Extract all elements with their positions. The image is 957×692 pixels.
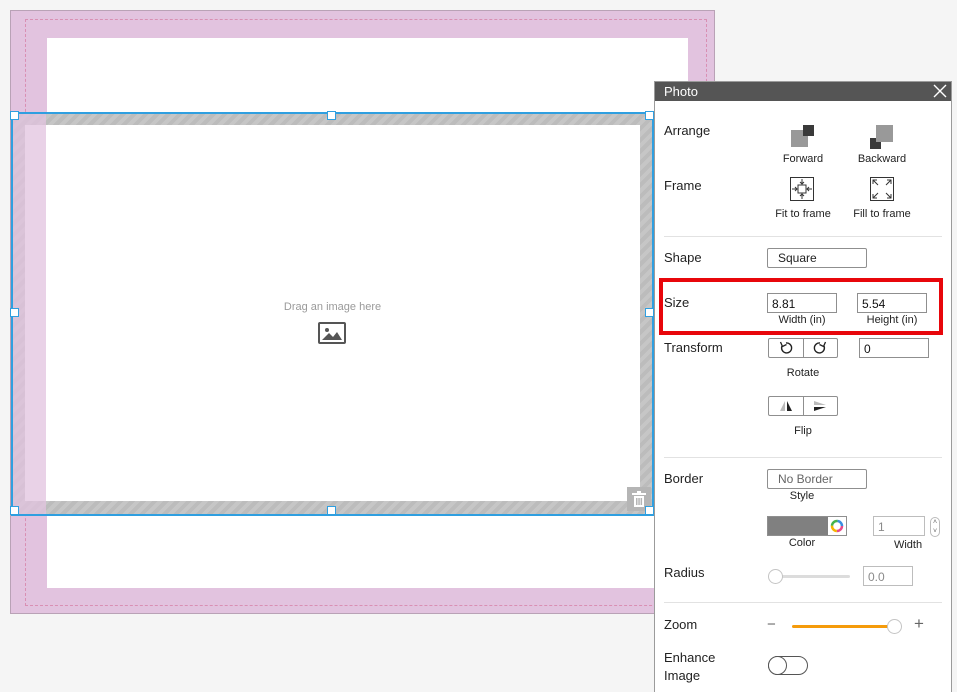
image-drop-area[interactable]: Drag an image here: [25, 125, 651, 511]
image-placeholder-icon: [318, 322, 346, 344]
border-style-select[interactable]: No Border: [767, 469, 867, 489]
divider: [664, 457, 942, 458]
zoom-slider-knob[interactable]: [886, 619, 902, 634]
rotation-angle-input[interactable]: [859, 338, 929, 358]
enhance-image-toggle[interactable]: [768, 656, 808, 675]
border-color-picker[interactable]: [767, 516, 847, 536]
border-width-input[interactable]: [873, 516, 925, 536]
arrange-label: Arrange: [664, 123, 711, 138]
divider: [664, 236, 942, 237]
border-color-swatch: [768, 517, 828, 535]
fill-to-frame-button[interactable]: Fill to frame: [842, 175, 922, 221]
backward-label: Backward: [857, 153, 907, 165]
height-input[interactable]: [857, 293, 927, 313]
toggle-knob: [768, 656, 787, 675]
zoom-out-button[interactable]: −: [767, 616, 776, 633]
backward-button[interactable]: Backward: [847, 122, 917, 167]
rotate-button-group: [768, 338, 838, 358]
shape-label: Shape: [664, 250, 702, 265]
resize-handle-top-left[interactable]: [10, 111, 19, 120]
rotate-left-icon: [779, 341, 793, 354]
resize-handle-bottom[interactable]: [327, 506, 336, 515]
fill-to-frame-label: Fill to frame: [853, 208, 911, 220]
trash-icon: [632, 491, 646, 507]
radius-label: Radius: [664, 565, 705, 580]
enhance-image-label: Enhance Image: [664, 650, 716, 683]
border-label: Border: [664, 471, 704, 486]
fit-to-frame-icon: [790, 177, 814, 201]
forward-label: Forward: [782, 153, 824, 165]
bring-forward-icon: [791, 125, 814, 147]
border-width-caption: Width: [893, 539, 923, 551]
width-caption: Width (in): [778, 314, 826, 326]
flip-horizontal-button[interactable]: [769, 397, 803, 415]
send-backward-icon: [870, 125, 893, 149]
flip-vertical-button[interactable]: [802, 397, 838, 415]
frame-label: Frame: [664, 178, 702, 193]
photo-panel: Photo Arrange Forward Backward Frame Fit…: [654, 81, 952, 692]
forward-button[interactable]: Forward: [768, 122, 838, 167]
photo-frame[interactable]: Drag an image here: [11, 112, 654, 516]
close-icon[interactable]: [933, 84, 947, 98]
radius-slider-track[interactable]: [773, 575, 850, 578]
resize-handle-left[interactable]: [10, 308, 19, 317]
flip-horizontal-icon: [779, 401, 792, 411]
resize-handle-bottom-left[interactable]: [10, 506, 19, 515]
radius-slider-knob[interactable]: [768, 569, 783, 584]
zoom-in-button[interactable]: +: [914, 614, 924, 634]
size-label: Size: [664, 295, 690, 310]
transform-label: Transform: [664, 340, 723, 355]
resize-handle-top-right[interactable]: [645, 111, 654, 120]
divider: [664, 602, 942, 603]
border-style-caption: Style: [789, 490, 815, 502]
rotate-right-button[interactable]: [802, 339, 838, 357]
panel-title: Photo: [664, 84, 698, 99]
border-color-caption: Color: [788, 537, 816, 549]
flip-caption: Flip: [794, 425, 812, 437]
fill-to-frame-icon: [870, 177, 894, 201]
flip-vertical-icon: [814, 401, 827, 411]
color-wheel-icon: [830, 519, 844, 533]
panel-header: Photo: [655, 82, 951, 101]
flip-button-group: [768, 396, 838, 416]
resize-handle-top[interactable]: [327, 111, 336, 120]
zoom-label: Zoom: [664, 617, 698, 632]
shape-select[interactable]: Square: [767, 248, 867, 268]
height-caption: Height (in): [866, 314, 918, 326]
drop-hint: Drag an image here: [283, 301, 382, 313]
rotate-right-icon: [813, 341, 827, 354]
border-width-stepper[interactable]: ˄ ˅: [930, 517, 940, 537]
fit-to-frame-label: Fit to frame: [775, 208, 831, 220]
zoom-slider-track[interactable]: [792, 625, 899, 628]
width-input[interactable]: [767, 293, 837, 313]
resize-handle-right[interactable]: [645, 308, 654, 317]
rotate-left-button[interactable]: [769, 339, 803, 357]
fit-to-frame-button[interactable]: Fit to frame: [763, 175, 843, 221]
radius-input[interactable]: [863, 566, 913, 586]
resize-handle-bottom-right[interactable]: [645, 506, 654, 515]
rotate-caption: Rotate: [786, 367, 820, 379]
